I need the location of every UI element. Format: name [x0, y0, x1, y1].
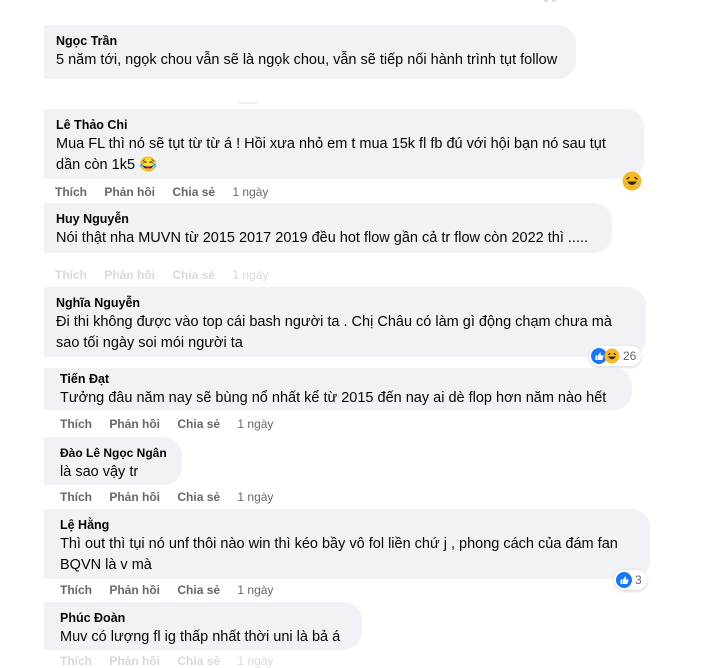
- comment-actions: Thích Phản hồi Chia sẻ 1 ngày: [55, 268, 268, 282]
- comment-timestamp[interactable]: 1 ngày: [237, 654, 273, 668]
- comment-text: Nói thật nha MUVN từ 2015 2017 2019 đều …: [56, 230, 589, 246]
- comment-author[interactable]: Đào Lê Ngọc Ngân: [60, 445, 170, 461]
- like-button[interactable]: Thích: [55, 185, 87, 199]
- reply-button[interactable]: Phản hồi: [109, 583, 160, 597]
- like-button[interactable]: Thích: [60, 417, 92, 431]
- comment-actions: Thích Phản hồi Chia sẻ 1 ngày: [60, 490, 273, 504]
- share-button[interactable]: Chia sẻ: [177, 654, 220, 668]
- haha-reaction-icon: [604, 348, 620, 364]
- comment-bubble: Lê Thảo Chi Mua FL thì nó sẽ tụt từ từ á…: [44, 109, 644, 179]
- comment-bubble: Đào Lê Ngọc Ngân là sao vậy tr: [44, 437, 182, 485]
- like-button[interactable]: Thích: [60, 490, 92, 504]
- reply-button[interactable]: Phản hồi: [109, 654, 160, 668]
- share-button[interactable]: Chia sẻ: [177, 417, 220, 431]
- faint-divider: [238, 102, 258, 104]
- reply-button[interactable]: Phản hồi: [104, 268, 155, 282]
- comment-timestamp[interactable]: 1 ngày: [232, 185, 268, 199]
- comment-author[interactable]: Ngọc Trần: [56, 33, 564, 49]
- reaction-summary[interactable]: 26: [589, 346, 642, 366]
- comment-text: là sao vậy tr: [60, 464, 139, 480]
- reaction-summary[interactable]: 3: [614, 570, 647, 590]
- comment-timestamp[interactable]: 1 ngày: [237, 417, 273, 431]
- comment-bubble: Phúc Đoàn Muv có lượng fl ig thấp nhất t…: [44, 602, 362, 650]
- share-button[interactable]: Chia sẻ: [177, 490, 220, 504]
- comment-author[interactable]: Huy Nguyễn: [56, 211, 600, 227]
- laughing-emoji-icon: [622, 171, 642, 191]
- comment-text: Đi thi không được vào top cái bash người…: [56, 314, 612, 351]
- comment-author[interactable]: Lê Thảo Chi: [56, 117, 632, 133]
- top-scroll-edge: [0, 0, 726, 20]
- comment-author[interactable]: Lệ Hằng: [60, 517, 638, 533]
- comment-actions: Thích Phản hồi Chia sẻ 1 ngày: [60, 417, 273, 431]
- comment-actions: Thích Phản hồi Chia sẻ 1 ngày: [60, 583, 273, 597]
- comment-author[interactable]: Tiến Đạt: [60, 371, 620, 387]
- reaction-count: 26: [623, 349, 637, 363]
- comment-author[interactable]: Nghĩa Nguyễn: [56, 295, 634, 311]
- comment-actions: Thích Phản hồi Chia sẻ 1 ngày: [55, 185, 268, 199]
- comment-bubble: Nghĩa Nguyễn Đi thi không được vào top c…: [44, 287, 646, 357]
- comment-timestamp[interactable]: 1 ngày: [237, 583, 273, 597]
- comment-text: Tưởng đâu năm nay sẽ bùng nổ nhất kể từ …: [60, 390, 607, 406]
- like-reaction-icon: [616, 572, 632, 588]
- comment-actions: Thích Phản hồi Chia sẻ 1 ngày: [60, 654, 273, 668]
- comment-bubble: Ngọc Trần 5 năm tới, ngọk chou vẫn sẽ là…: [44, 25, 576, 79]
- reply-button[interactable]: Phản hồi: [109, 490, 160, 504]
- comment-text: 5 năm tới, ngọk chou vẫn sẽ là ngọk chou…: [56, 52, 558, 68]
- comment-text: Mua FL thì nó sẽ tụt từ từ á ! Hồi xưa n…: [56, 136, 606, 173]
- comment-bubble: Huy Nguyễn Nói thật nha MUVN từ 2015 201…: [44, 203, 612, 253]
- comment-bubble: Tiến Đạt Tưởng đâu năm nay sẽ bùng nổ nh…: [44, 368, 632, 410]
- reply-button[interactable]: Phản hồi: [104, 185, 155, 199]
- comment-timestamp[interactable]: 1 ngày: [237, 490, 273, 504]
- share-button[interactable]: Chia sẻ: [177, 583, 220, 597]
- reply-button[interactable]: Phản hồi: [109, 417, 160, 431]
- like-button[interactable]: Thích: [60, 583, 92, 597]
- share-button[interactable]: Chia sẻ: [172, 185, 215, 199]
- comment-timestamp[interactable]: 1 ngày: [232, 268, 268, 282]
- comment-bubble: Lệ Hằng Thì out thì tụi nó unf thôi nào …: [44, 509, 650, 579]
- like-button[interactable]: Thích: [60, 654, 92, 668]
- like-button[interactable]: Thích: [55, 268, 87, 282]
- comment-text: Muv có lượng fl ig thấp nhất thời uni là…: [60, 629, 341, 645]
- reaction-count: 3: [635, 573, 642, 587]
- comment-author[interactable]: Phúc Đoàn: [60, 610, 350, 626]
- comment-text: Thì out thì tụi nó unf thôi nào win thì …: [60, 536, 618, 573]
- share-button[interactable]: Chia sẻ: [172, 268, 215, 282]
